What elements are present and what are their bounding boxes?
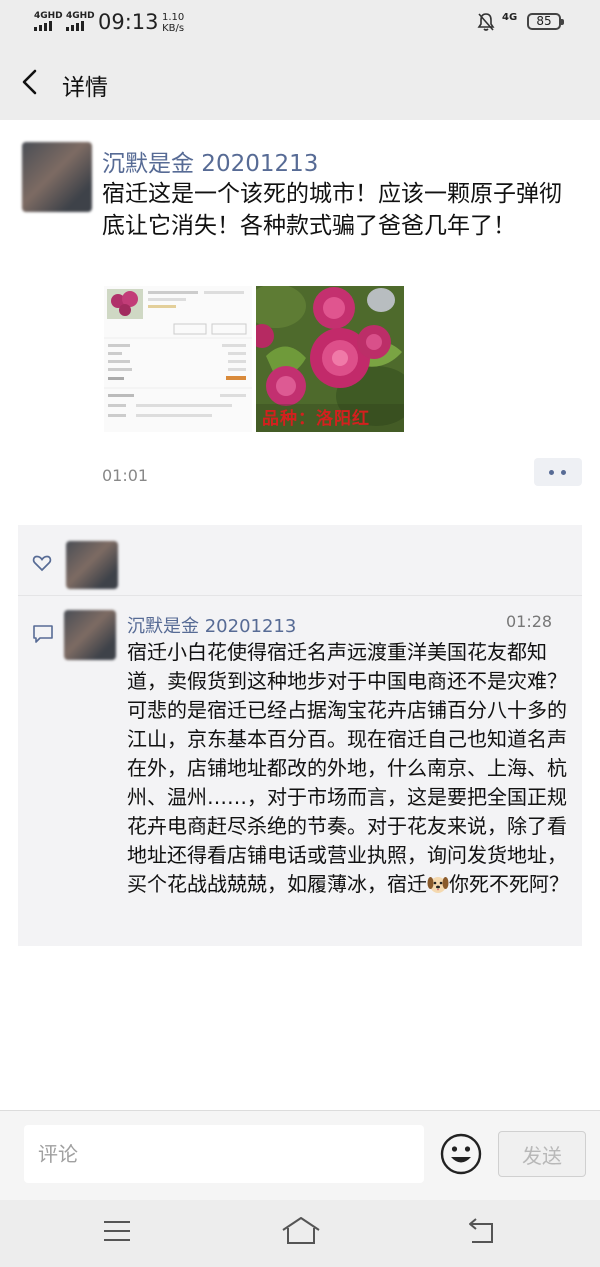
post-text: 宿迁这是一个该死的城市！应该一颗原子弹彻底让它消失！各种款式骗了爸爸几年了！ (102, 181, 562, 239)
status-bar: 4GHD 4GHD 09:13 1.10 KB/s 4G 85 (0, 0, 600, 46)
comment-input[interactable] (24, 1125, 424, 1183)
signal-bars-1-icon (34, 21, 52, 31)
emoji-smiley-icon[interactable] (440, 1133, 482, 1175)
home-icon[interactable] (281, 1216, 321, 1246)
post-image-peony-photo[interactable]: 品种：洛阳红 (256, 286, 404, 432)
like-heart-icon (32, 555, 52, 572)
signal-label-1: 4GHD (34, 11, 63, 21)
moments-post: 沉默是金 20201213 宿迁这是一个该死的城市！应该一颗原子弹彻底让它消失！… (0, 120, 600, 1110)
post-author-name[interactable]: 沉默是金 20201213 (102, 144, 318, 178)
comment-time: 01:28 (506, 612, 553, 631)
comment-text[interactable]: 宿迁小白花使得宿迁名声远渡重洋美国花友都知道，卖假货到这种地步对于中国电商还不是… (127, 638, 577, 899)
page-title: 详情 (62, 75, 108, 101)
comment-author-name[interactable]: 沉默是金 20201213 (127, 612, 296, 638)
network-type: 4G (502, 12, 518, 23)
author-avatar[interactable] (22, 142, 92, 212)
post-time: 01:01 (102, 466, 149, 485)
send-button[interactable]: 发送 (498, 1131, 586, 1177)
comment-text-part1: 宿迁小白花使得宿迁名声远渡重洋美国花友都知道，卖假货到这种地步对于中国电商还不是… (127, 640, 567, 896)
likes-section (18, 525, 582, 595)
dog-emoji-icon (427, 877, 449, 893)
back-arrow-icon[interactable] (18, 68, 42, 96)
network-speed-unit: KB/s (162, 23, 185, 34)
comment-bubble-icon (33, 625, 53, 643)
system-back-icon[interactable] (468, 1218, 498, 1244)
signal-label-2: 4GHD (66, 11, 95, 21)
liker-avatar[interactable] (66, 541, 118, 589)
system-navigation-bar (0, 1200, 600, 1267)
mute-bell-icon (477, 13, 495, 31)
recent-apps-menu-icon[interactable] (103, 1220, 131, 1242)
order-screenshot-graphic (104, 286, 252, 432)
commenter-avatar[interactable] (64, 610, 116, 660)
comment-text-part2: 你死不死阿？ (449, 872, 569, 896)
more-options-button[interactable] (534, 458, 582, 486)
clock: 09:13 (98, 10, 159, 34)
comment-input-bar: 发送 (0, 1110, 600, 1201)
battery-level: 85 (536, 14, 552, 28)
network-speed: 1.10 KB/s (162, 12, 184, 34)
top-bar: 详情 (0, 46, 600, 120)
comments-section: 沉默是金 20201213 01:28 宿迁小白花使得宿迁名声远渡重洋美国花友都… (18, 596, 582, 946)
post-image-order-screenshot[interactable] (104, 286, 252, 432)
image-caption: 品种：洛阳红 (262, 409, 370, 429)
battery-icon: 85 (527, 13, 564, 30)
signal-bars-2-icon (66, 21, 84, 31)
network-speed-value: 1.10 (162, 12, 185, 23)
